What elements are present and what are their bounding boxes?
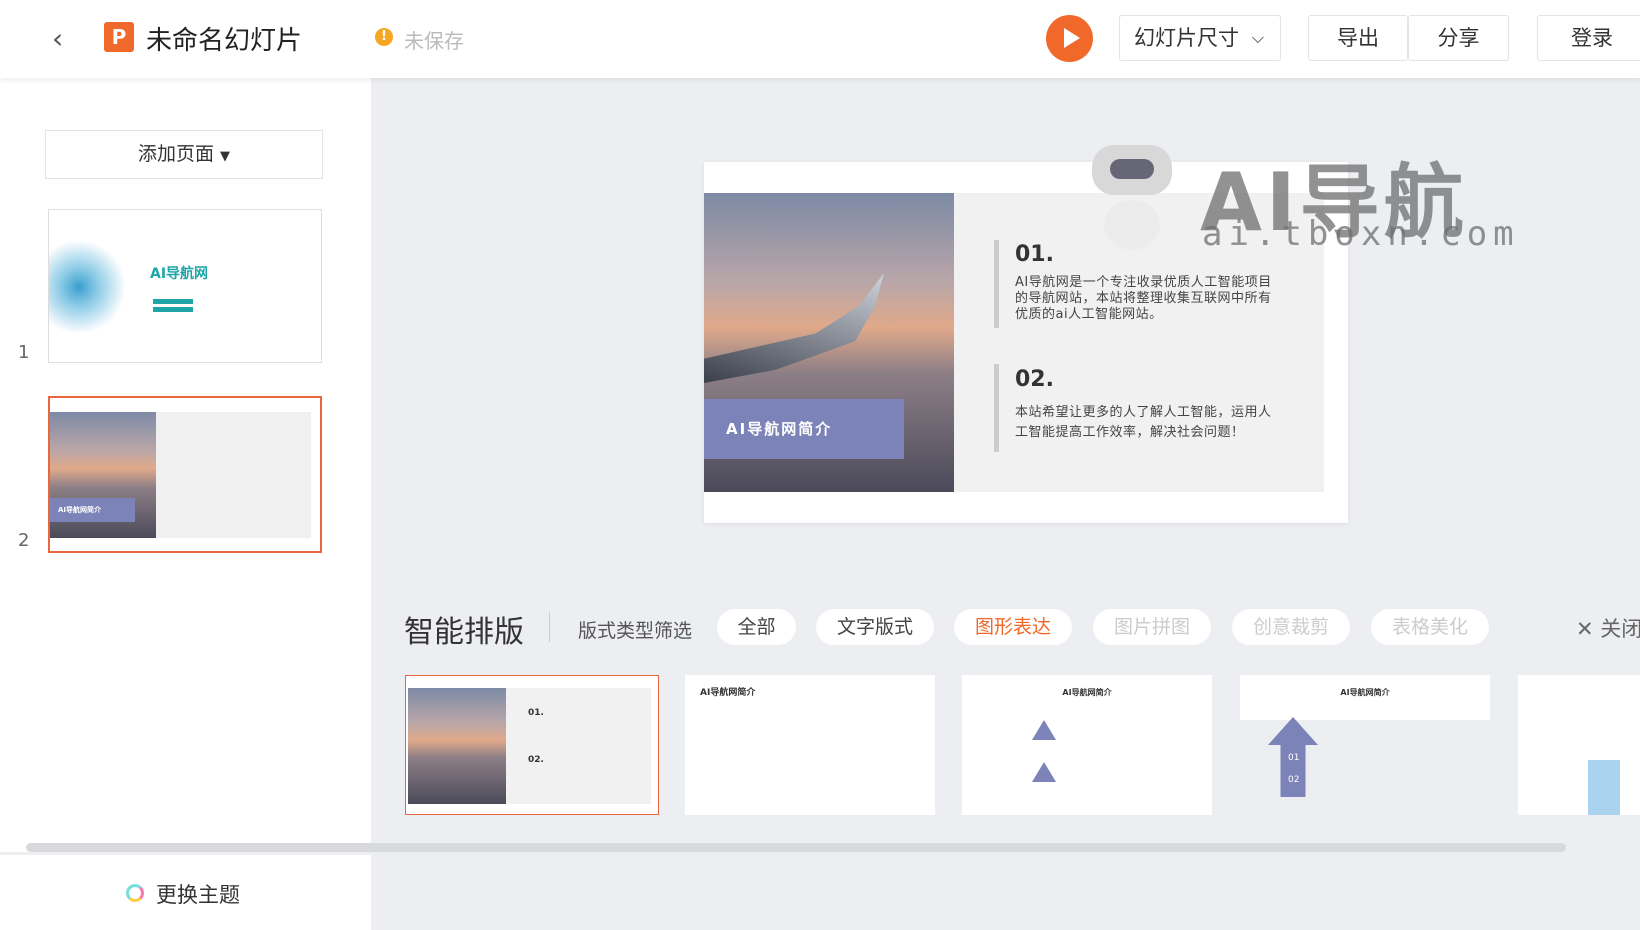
airplane-image [408,688,506,804]
filter-image-collage[interactable]: 图片拼图 [1093,609,1211,645]
add-page-label: 添加页面 [137,143,214,165]
slide-number: 2 [18,530,30,551]
horizontal-scrollbar[interactable] [26,843,1566,852]
close-label: 关闭 [1600,617,1640,641]
divider [549,612,550,642]
close-smart-layout-button[interactable]: ✕ 关闭 [1576,613,1640,643]
chevron-down-icon: ⌵ [1251,28,1264,47]
add-page-button[interactable]: 添加页面 ▼ [45,130,323,179]
slide-size-label: 幻灯片尺寸 [1134,26,1239,50]
thumbnail-title: AI导航网 [150,266,209,282]
triangle-icon [1032,762,1056,782]
robot-body-watermark [1104,200,1160,250]
filter-label: 版式类型筛选 [578,620,693,642]
top-bar: ‹ P 未命名幻灯片 ! 未保存 幻灯片尺寸 ⌵ 导出 分享 登录 [0,0,1640,78]
section-bar [994,240,999,328]
section-bar [994,364,999,452]
theme-icon [126,884,144,902]
login-button[interactable]: 登录 [1537,15,1640,61]
layout-option-5[interactable] [1518,675,1640,815]
layout-option-2[interactable]: AI导航网简介 [685,675,935,815]
thumb-title: AI导航网简介 [1062,688,1112,697]
thumbnail-text-panel [156,412,311,538]
thumbnail-banner: AI导航网简介 [50,498,135,522]
slide-number: 1 [18,342,30,363]
smart-layout-title: 智能排版 [404,615,524,650]
layout-option-4[interactable]: AI导航网简介 01 02 [1240,675,1490,815]
bar-shape [1588,760,1620,815]
save-status: 未保存 [404,29,464,53]
export-button[interactable]: 导出 [1308,15,1408,61]
thumb-number: 02 [1288,775,1300,785]
layout-option-1[interactable]: 01. 02. [405,675,659,815]
slide-thumbnail-1[interactable]: AI导航网 [48,209,322,363]
triangle-icon [1032,720,1056,740]
thumb-panel [1240,720,1490,815]
back-icon[interactable]: ‹ [52,22,63,55]
share-button[interactable]: 分享 [1408,15,1509,61]
filter-table[interactable]: 表格美化 [1371,609,1489,645]
thumbnail-bar [153,299,193,304]
thumb-number: 01. [528,708,544,718]
slide-size-dropdown[interactable]: 幻灯片尺寸 ⌵ [1119,15,1281,61]
slide-banner[interactable]: AI导航网简介 [704,399,904,459]
filter-graphic[interactable]: 图形表达 [954,609,1072,645]
slide-sidebar: 添加页面 ▼ AI导航网 1 AI导航网简介 2 更换主题 [0,78,371,930]
caret-down-icon: ▼ [220,149,231,164]
section-number[interactable]: 01. [1015,242,1054,267]
document-title[interactable]: 未命名幻灯片 [146,20,302,57]
watermark-url: ai.tboxn.com [1202,214,1520,254]
close-icon: ✕ [1576,617,1594,641]
robot-watermark-icon [1092,145,1172,195]
thumb-number: 01 [1288,753,1300,763]
warning-icon: ! [375,28,393,46]
thumb-number: 02. [528,755,544,765]
play-button[interactable] [1046,15,1093,62]
change-theme-label: 更换主题 [156,883,240,907]
thumb-title: AI导航网简介 [700,688,756,698]
thumbnail-bar [153,307,193,312]
layout-option-3[interactable]: AI导航网简介 [962,675,1212,815]
presentation-logo-icon: P [104,22,134,52]
section-number[interactable]: 02. [1015,367,1054,392]
filter-all[interactable]: 全部 [717,609,796,645]
thumb-title: AI导航网简介 [1340,688,1390,697]
text-panel [506,688,651,804]
section-text[interactable]: AI导航网是一个专注收录优质人工智能项目的导航网站，本站将整理收集互联网中所有优… [1015,275,1280,323]
filter-creative-crop[interactable]: 创意裁剪 [1232,609,1350,645]
neuron-image [49,210,149,362]
change-theme-button[interactable]: 更换主题 [0,854,371,930]
filter-text-layout[interactable]: 文字版式 [816,609,934,645]
slide-thumbnail-2[interactable]: AI导航网简介 [48,396,322,553]
section-text[interactable]: 本站希望让更多的人了解人工智能，运用人工智能提高工作效率，解决社会问题！ [1015,403,1280,443]
